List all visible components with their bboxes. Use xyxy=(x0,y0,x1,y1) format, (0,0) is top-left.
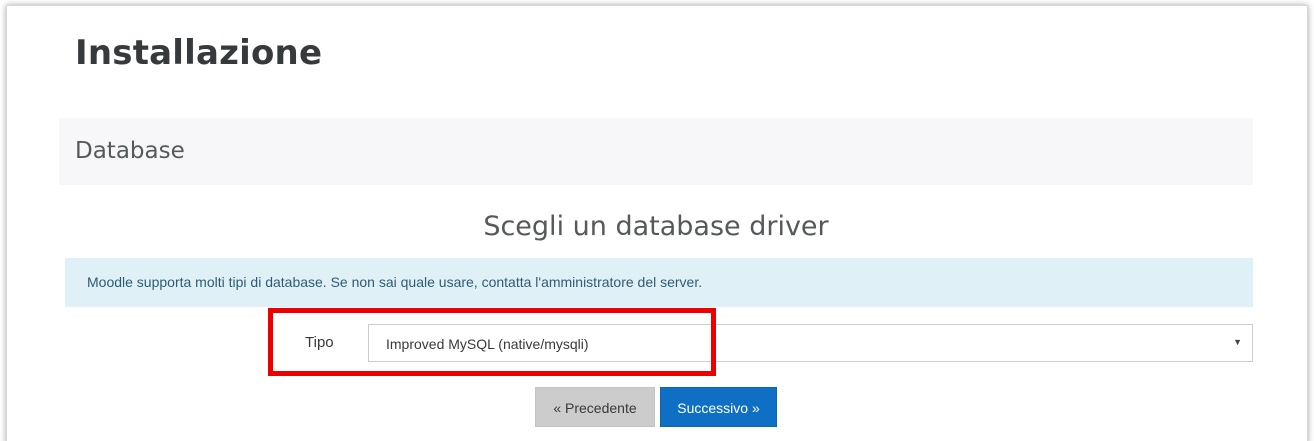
section-header: Database xyxy=(59,118,1253,185)
chevron-down-icon: ▼ xyxy=(1233,337,1242,347)
database-type-selected-value: Improved MySQL (native/mysqli) xyxy=(386,336,589,352)
database-type-select[interactable]: Improved MySQL (native/mysqli) ▼ xyxy=(368,324,1253,362)
page-title: Installazione xyxy=(75,33,323,73)
type-field-label: Tipo xyxy=(305,334,334,351)
info-alert: Moodle supporta molti tipi di database. … xyxy=(65,258,1253,307)
install-page: Installazione Database Scegli un databas… xyxy=(6,5,1308,441)
next-button[interactable]: Successivo » xyxy=(660,387,777,427)
previous-button[interactable]: « Precedente xyxy=(535,387,655,427)
section-label: Database xyxy=(75,138,185,164)
driver-heading: Scegli un database driver xyxy=(483,211,829,242)
info-alert-text: Moodle supporta molti tipi di database. … xyxy=(87,274,703,290)
